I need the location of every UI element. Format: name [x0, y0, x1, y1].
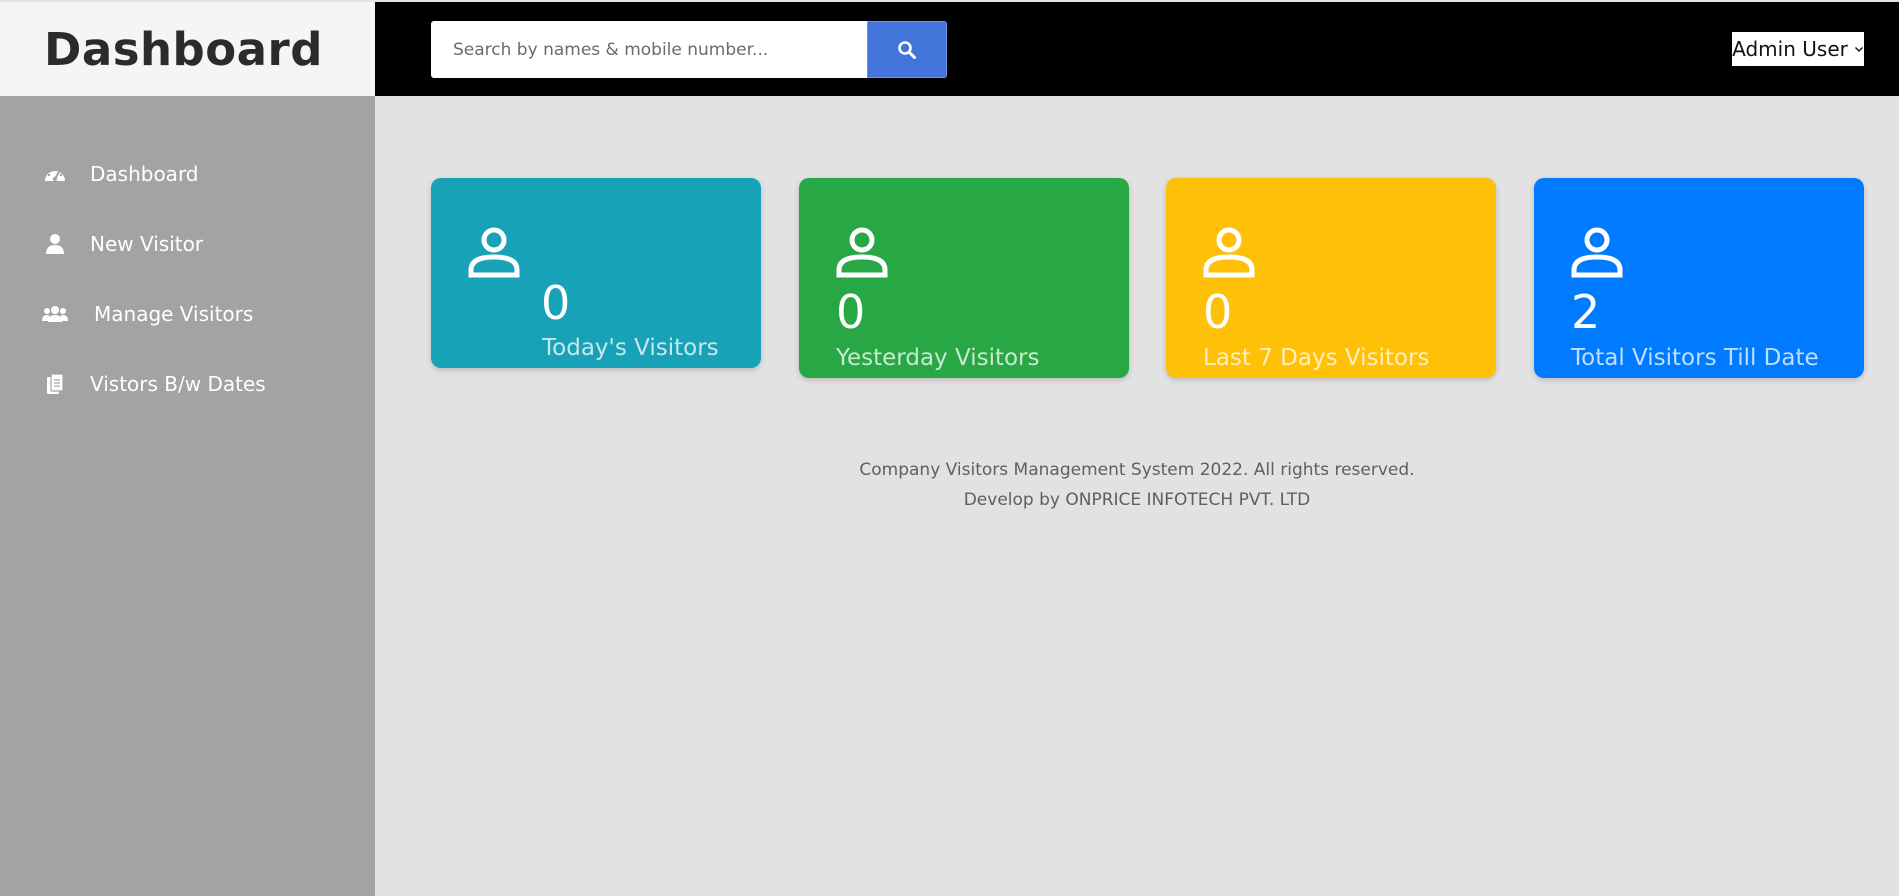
stat-value: 0 [1203, 285, 1233, 339]
sidebar: Dashboard New Visitor Manage Visitors Vi… [0, 96, 375, 896]
user-icon [42, 233, 68, 255]
files-icon [42, 373, 68, 395]
top-bar: Admin User [375, 2, 1899, 96]
chevron-down-icon [1854, 44, 1864, 54]
sidebar-item-dashboard[interactable]: Dashboard [42, 162, 199, 186]
search-button[interactable] [867, 21, 947, 78]
stat-card-today[interactable]: 0 Today's Visitors [431, 178, 761, 368]
stat-value: 2 [1571, 285, 1601, 339]
stat-label: Today's Visitors [542, 335, 719, 361]
user-name: Admin User [1732, 37, 1848, 61]
stat-label: Last 7 Days Visitors [1203, 345, 1430, 371]
users-icon [42, 305, 68, 323]
stat-value: 0 [541, 276, 571, 330]
sidebar-item-new-visitor[interactable]: New Visitor [42, 232, 203, 256]
stat-card-last-7-days[interactable]: 0 Last 7 Days Visitors [1166, 178, 1496, 378]
search-icon [898, 40, 916, 59]
sidebar-item-label: Vistors B/w Dates [90, 372, 266, 396]
sidebar-item-visitors-between-dates[interactable]: Vistors B/w Dates [42, 372, 266, 396]
person-icon [1570, 226, 1624, 282]
stat-value: 0 [836, 285, 866, 339]
footer-developer: Develop by ONPRICE INFOTECH PVT. LTD [963, 490, 1311, 510]
tachometer-icon [42, 164, 68, 184]
search-bar [431, 21, 947, 78]
sidebar-item-label: New Visitor [90, 232, 204, 256]
page-title: Dashboard [44, 22, 323, 76]
person-icon [1202, 226, 1256, 282]
brand-header: Dashboard [0, 2, 375, 96]
search-input[interactable] [431, 21, 867, 78]
sidebar-item-label: Manage Visitors [94, 302, 254, 326]
stat-label: Total Visitors Till Date [1571, 345, 1819, 371]
footer-copyright: Company Visitors Management System 2022.… [859, 460, 1415, 480]
person-icon [467, 226, 521, 282]
footer: Company Visitors Management System 2022.… [375, 455, 1899, 515]
stat-card-total[interactable]: 2 Total Visitors Till Date [1534, 178, 1864, 378]
user-menu-dropdown[interactable]: Admin User [1732, 32, 1864, 66]
stat-card-yesterday[interactable]: 0 Yesterday Visitors [799, 178, 1129, 378]
sidebar-item-label: Dashboard [90, 162, 199, 186]
sidebar-item-manage-visitors[interactable]: Manage Visitors [42, 302, 253, 326]
stat-label: Yesterday Visitors [836, 345, 1040, 371]
person-icon [835, 226, 889, 282]
